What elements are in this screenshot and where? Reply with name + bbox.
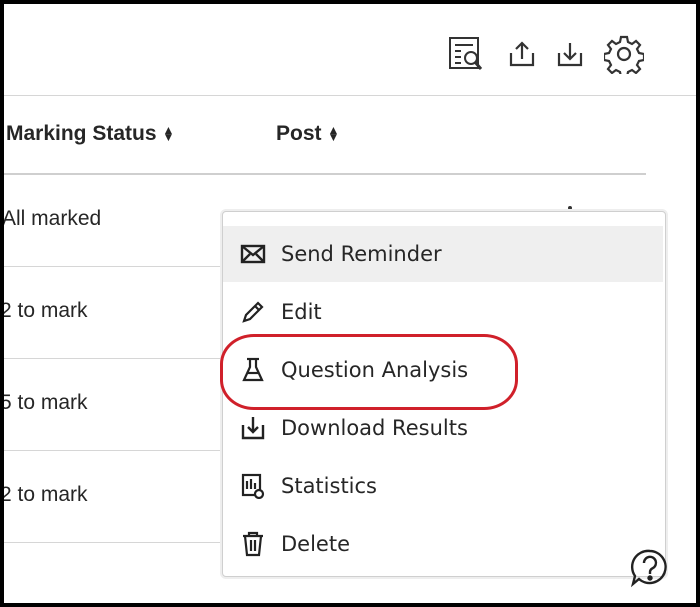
menu-item-delete[interactable]: Delete <box>223 516 663 572</box>
marking-status-cell[interactable]: 2 to mark <box>4 483 88 507</box>
flask-icon <box>239 356 267 384</box>
trash-icon <box>239 530 267 558</box>
marking-status-cell[interactable]: 2 to mark <box>4 299 88 323</box>
marking-status-cell[interactable]: 5 to mark <box>4 391 88 415</box>
sort-icon: ▲ ▼ <box>162 123 175 144</box>
download-icon[interactable] <box>550 34 590 74</box>
sort-icon: ▲ ▼ <box>327 123 340 144</box>
app-window: Marking Status ▲ ▼ Post ▲ ▼ All marked 2 t… <box>4 4 696 603</box>
statistics-icon <box>239 472 267 500</box>
gear-icon[interactable] <box>604 34 644 74</box>
help-icon[interactable] <box>630 548 670 588</box>
menu-item-send-reminder[interactable]: Send Reminder <box>223 226 663 282</box>
menu-item-question-analysis[interactable]: Question Analysis <box>223 342 663 398</box>
menu-item-download-results[interactable]: Download Results <box>223 400 663 456</box>
envelope-icon <box>239 240 267 268</box>
toolbar <box>4 4 696 96</box>
pencil-icon <box>239 298 267 326</box>
table-header: Marking Status ▲ ▼ Post ▲ ▼ <box>4 96 646 175</box>
search-document-icon[interactable] <box>446 34 486 74</box>
upload-icon[interactable] <box>502 34 542 74</box>
marking-status-cell: All marked <box>4 207 102 230</box>
column-header-marking-status[interactable]: Marking Status ▲ ▼ <box>6 122 174 146</box>
context-menu: Send Reminder Edit Question Analysis Dow… <box>222 211 666 577</box>
menu-item-edit[interactable]: Edit <box>223 284 663 340</box>
download-icon <box>239 414 267 442</box>
menu-item-statistics[interactable]: Statistics <box>223 458 663 514</box>
column-header-post[interactable]: Post ▲ ▼ <box>276 122 339 146</box>
